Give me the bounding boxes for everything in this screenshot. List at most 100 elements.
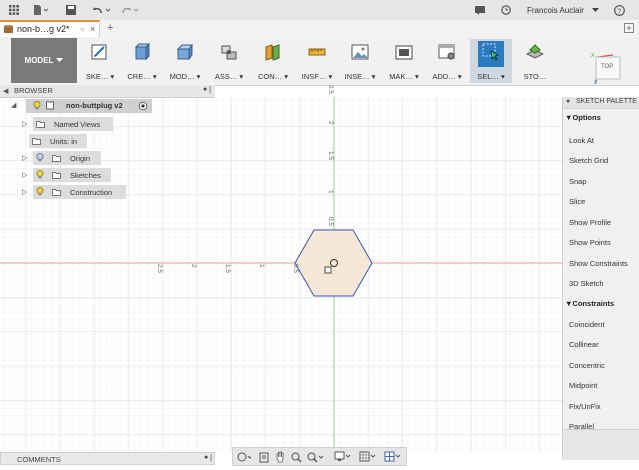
constraints-section-header[interactable]: ▼Constraints (565, 299, 614, 308)
constraint-collinear[interactable]: Collinear (569, 340, 599, 349)
panel-more-icon[interactable]: | (209, 85, 211, 94)
select-group[interactable]: SEL… ▾ (470, 39, 512, 83)
new-tab-icon[interactable]: + (107, 22, 113, 34)
stop-sketch-icon (526, 44, 544, 59)
option-show-profile[interactable]: Show Profile (569, 218, 611, 227)
scripts-icon (438, 44, 455, 60)
insert-group[interactable]: INSE… ▾ (339, 39, 381, 83)
browser-title: BROWSER (14, 86, 53, 95)
browser-item-named-views[interactable]: Named Views (33, 117, 113, 131)
tree-item-label: Sketches (70, 171, 101, 180)
v-tick-1: 1 (327, 190, 334, 194)
v-tick-2: 2 (327, 121, 334, 125)
option-3d-sketch[interactable]: 3D Sketch (569, 279, 604, 288)
view-cube[interactable]: X TOP Z (591, 53, 625, 87)
sketch-palette-header[interactable]: ● SKETCH PALETTE (563, 97, 639, 109)
option-sketch-grid[interactable]: Sketch Grid (569, 156, 608, 165)
option-show-points[interactable]: Show Points (569, 238, 611, 247)
lightbulb-icon[interactable] (36, 153, 44, 162)
folder-icon (52, 154, 61, 162)
browser-item-sketches[interactable]: Sketches (33, 168, 111, 182)
root-expand-icon[interactable]: ◢ (11, 101, 16, 109)
inspect-group[interactable]: INSF… ▾ (296, 39, 338, 83)
expand-triangle-icon[interactable]: ▷ (22, 188, 27, 196)
expand-triangle-icon[interactable]: ▷ (22, 154, 27, 162)
zoom-icon[interactable] (307, 452, 325, 463)
lightbulb-icon[interactable] (33, 101, 41, 110)
save-icon[interactable] (65, 4, 77, 16)
document-tab-title: non-b…g v2* (17, 24, 70, 34)
activate-radio-icon[interactable] (138, 101, 148, 111)
folder-icon (52, 188, 61, 196)
help-icon[interactable]: ? (613, 4, 625, 16)
constraint-coincident[interactable]: Coincident (569, 320, 604, 329)
tab-info-icon[interactable]: ○ (80, 25, 85, 34)
viewcube-top-face[interactable]: TOP (601, 64, 613, 70)
orbit-icon[interactable] (237, 452, 251, 463)
option-show-constraints[interactable]: Show Constraints (569, 259, 628, 268)
display-settings-icon[interactable] (334, 451, 352, 463)
comments-title: COMMENTS (17, 455, 61, 464)
chevron-down-icon[interactable] (591, 4, 599, 16)
ribbon-toolbar: MODEL SKE… ▾ CRE… ▾ MOD… ▾ ASS… ▾ CON… ▾… (0, 37, 639, 86)
option-look-at[interactable]: Look At (569, 136, 594, 145)
add-ins-group-label: ADD… ▾ (432, 72, 462, 81)
browser-root-item[interactable]: non-buttplug v2 (26, 99, 152, 113)
viewports-icon[interactable] (384, 451, 402, 463)
file-icon[interactable] (32, 4, 50, 16)
comments-panel[interactable]: COMMENTS ● | (0, 452, 215, 465)
lightbulb-icon[interactable] (36, 187, 44, 196)
construct-group[interactable]: CON… ▾ (252, 39, 294, 83)
tree-item-label: Origin (70, 154, 91, 163)
workspace-switcher[interactable]: MODEL (11, 38, 77, 83)
tab-overflow-icon[interactable] (624, 23, 634, 33)
create-group-label: CRE… ▾ (127, 72, 157, 81)
root-component-name: non-buttplug v2 (66, 101, 123, 110)
press-pull-icon (176, 43, 193, 61)
modify-group[interactable]: MOD… ▾ (164, 39, 206, 83)
sketch-group[interactable]: SKE… ▾ (79, 39, 121, 83)
collapse-dot-icon[interactable]: ● (566, 98, 570, 105)
collapse-triangle-icon[interactable]: ◀ (3, 87, 8, 95)
job-status-icon[interactable] (474, 4, 486, 16)
look-at-icon[interactable] (259, 452, 269, 463)
assemble-group[interactable]: ASS… ▾ (208, 39, 250, 83)
expand-triangle-icon[interactable]: ▷ (22, 171, 27, 179)
v-tick-2-5: 2.5 (327, 85, 334, 95)
insert-image-icon (351, 44, 369, 60)
pin-icon[interactable]: ● (204, 454, 208, 461)
expand-triangle-icon[interactable]: ▷ (22, 120, 27, 128)
chevron-down-icon (56, 58, 64, 62)
sketch-group-label: SKE… ▾ (85, 72, 115, 81)
create-group[interactable]: CRE… ▾ (121, 39, 163, 83)
grid-settings-icon[interactable] (359, 451, 377, 463)
lightbulb-icon[interactable] (36, 170, 44, 179)
undo-icon[interactable] (92, 4, 112, 16)
apps-grid-icon[interactable] (8, 4, 20, 16)
stop-sketch-group[interactable]: STO… (514, 39, 556, 83)
option-slice[interactable]: Slice (569, 197, 585, 206)
make-group[interactable]: MAK… ▾ (383, 39, 425, 83)
close-icon[interactable]: × (90, 24, 95, 34)
application-bar: Francois Auclair ? (0, 0, 639, 21)
panel-more-icon[interactable]: | (210, 453, 212, 462)
pan-hand-icon[interactable] (275, 451, 286, 463)
workspace-label: MODEL (24, 56, 54, 65)
pin-icon[interactable]: ● (203, 86, 207, 93)
options-section-header[interactable]: ▼Options (565, 113, 601, 122)
constraint-midpoint[interactable]: Midpoint (569, 381, 597, 390)
redo-icon[interactable] (120, 4, 140, 16)
browser-item-construction[interactable]: Construction (33, 185, 126, 199)
document-tab[interactable]: non-b…g v2* ○ × (0, 20, 100, 37)
constraint-fix-unfix[interactable]: Fix/UnFix (569, 402, 601, 411)
sketch-palette-title: SKETCH PALETTE (576, 98, 637, 105)
add-ins-group[interactable]: ADD… ▾ (426, 39, 468, 83)
option-snap[interactable]: Snap (569, 177, 587, 186)
browser-item-units[interactable]: Units: in (29, 134, 87, 148)
navigation-bar (232, 447, 407, 466)
browser-item-origin[interactable]: Origin (33, 151, 101, 165)
clock-icon[interactable] (500, 4, 512, 16)
constraint-concentric[interactable]: Concentric (569, 361, 605, 370)
zoom-window-icon[interactable] (291, 452, 302, 463)
browser-panel-header[interactable]: ◀ BROWSER ● | (0, 85, 215, 98)
